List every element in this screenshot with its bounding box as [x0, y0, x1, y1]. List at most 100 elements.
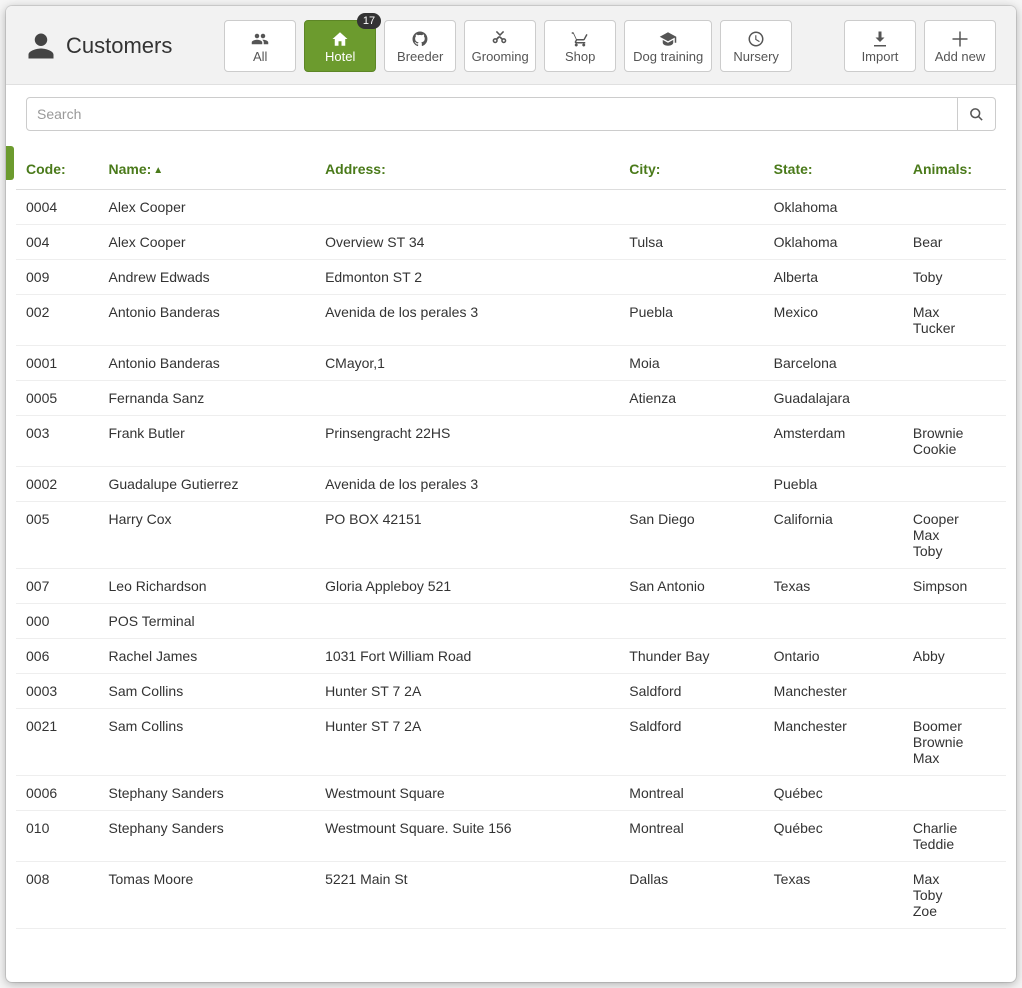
cell-state: Puebla: [764, 467, 903, 502]
cell-city: [619, 416, 763, 467]
cell-animals: Bear: [903, 225, 1006, 260]
cell-address: Westmount Square: [315, 776, 619, 811]
cell-city: San Antonio: [619, 569, 763, 604]
cell-state: Oklahoma: [764, 190, 903, 225]
download-icon: [871, 30, 889, 48]
table-row[interactable]: 010Stephany SandersWestmount Square. Sui…: [16, 811, 1006, 862]
cell-city: [619, 190, 763, 225]
cell-city: Atienza: [619, 381, 763, 416]
table-row[interactable]: 008Tomas Moore5221 Main StDallasTexasMax…: [16, 862, 1006, 929]
customers-table-wrap: Code: Name:▲ Address: City: State: Anima…: [6, 143, 1016, 949]
tab-all[interactable]: All: [224, 20, 296, 72]
cell-city: Tulsa: [619, 225, 763, 260]
tab-breeder[interactable]: Breeder: [384, 20, 456, 72]
cell-name: Leo Richardson: [99, 569, 316, 604]
cell-name: Alex Cooper: [99, 190, 316, 225]
cell-name: Sam Collins: [99, 709, 316, 776]
cell-name: Sam Collins: [99, 674, 316, 709]
cell-city: Montreal: [619, 811, 763, 862]
table-row[interactable]: 006Rachel James1031 Fort William RoadThu…: [16, 639, 1006, 674]
tab-dog-training[interactable]: Dog training: [624, 20, 712, 72]
cell-name: Tomas Moore: [99, 862, 316, 929]
header-actions: Import Add new: [844, 20, 996, 72]
cell-animals: [903, 674, 1006, 709]
table-row[interactable]: 0001Antonio BanderasCMayor,1MoiaBarcelon…: [16, 346, 1006, 381]
column-address[interactable]: Address:: [315, 143, 619, 190]
edge-tab[interactable]: [6, 146, 14, 180]
cell-address: Westmount Square. Suite 156: [315, 811, 619, 862]
cell-name: Antonio Banderas: [99, 295, 316, 346]
cell-state: Québec: [764, 811, 903, 862]
tab-label: Breeder: [397, 50, 443, 63]
tab-hotel[interactable]: 17Hotel: [304, 20, 376, 72]
column-city[interactable]: City:: [619, 143, 763, 190]
cell-city: San Diego: [619, 502, 763, 569]
cell-address: [315, 381, 619, 416]
cell-address: PO BOX 42151: [315, 502, 619, 569]
tab-grooming[interactable]: Grooming: [464, 20, 536, 72]
cell-code: 0021: [16, 709, 99, 776]
table-row[interactable]: 0005Fernanda SanzAtienzaGuadalajara: [16, 381, 1006, 416]
cell-code: 002: [16, 295, 99, 346]
cell-animals: [903, 604, 1006, 639]
table-row[interactable]: 0006Stephany SandersWestmount SquareMont…: [16, 776, 1006, 811]
cell-city: Puebla: [619, 295, 763, 346]
table-row[interactable]: 0021Sam CollinsHunter ST 7 2ASaldfordMan…: [16, 709, 1006, 776]
cell-animals: CooperMaxToby: [903, 502, 1006, 569]
table-row[interactable]: 007Leo RichardsonGloria Appleboy 521San …: [16, 569, 1006, 604]
tab-badge: 17: [357, 13, 381, 29]
cell-code: 009: [16, 260, 99, 295]
users-icon: [251, 30, 269, 48]
table-row[interactable]: 0002Guadalupe GutierrezAvenida de los pe…: [16, 467, 1006, 502]
table-row[interactable]: 003Frank ButlerPrinsengracht 22HSAmsterd…: [16, 416, 1006, 467]
cell-name: Andrew Edwads: [99, 260, 316, 295]
cell-address: 1031 Fort William Road: [315, 639, 619, 674]
cell-address: Avenida de los perales 3: [315, 295, 619, 346]
table-row[interactable]: 009Andrew EdwadsEdmonton ST 2AlbertaToby: [16, 260, 1006, 295]
table-row[interactable]: 0003Sam CollinsHunter ST 7 2ASaldfordMan…: [16, 674, 1006, 709]
cell-state: Texas: [764, 569, 903, 604]
cut-icon: [491, 30, 509, 48]
github-icon: [411, 30, 429, 48]
cell-city: [619, 467, 763, 502]
cell-state: Ontario: [764, 639, 903, 674]
cell-address: 5221 Main St: [315, 862, 619, 929]
import-button[interactable]: Import: [844, 20, 916, 72]
cell-code: 0002: [16, 467, 99, 502]
cell-name: Guadalupe Gutierrez: [99, 467, 316, 502]
search-button[interactable]: [958, 97, 996, 131]
table-row[interactable]: 0004Alex CooperOklahoma: [16, 190, 1006, 225]
cell-address: Prinsengracht 22HS: [315, 416, 619, 467]
table-row[interactable]: 005Harry CoxPO BOX 42151San DiegoCalifor…: [16, 502, 1006, 569]
cell-state: Barcelona: [764, 346, 903, 381]
cell-code: 0003: [16, 674, 99, 709]
import-label: Import: [862, 50, 899, 63]
search-input[interactable]: [26, 97, 958, 131]
home-icon: [331, 30, 349, 48]
tab-nursery[interactable]: Nursery: [720, 20, 792, 72]
table-row[interactable]: 002Antonio BanderasAvenida de los perale…: [16, 295, 1006, 346]
add-new-button[interactable]: Add new: [924, 20, 996, 72]
cell-state: Manchester: [764, 709, 903, 776]
cell-city: [619, 260, 763, 295]
cell-animals: BoomerBrownieMax: [903, 709, 1006, 776]
cell-city: Moia: [619, 346, 763, 381]
cell-address: Gloria Appleboy 521: [315, 569, 619, 604]
column-code[interactable]: Code:: [16, 143, 99, 190]
cell-animals: BrownieCookie: [903, 416, 1006, 467]
cell-name: Stephany Sanders: [99, 776, 316, 811]
tab-label: All: [253, 50, 267, 63]
cell-animals: [903, 467, 1006, 502]
table-row[interactable]: 004Alex CooperOverview ST 34TulsaOklahom…: [16, 225, 1006, 260]
column-name[interactable]: Name:▲: [99, 143, 316, 190]
cell-name: Stephany Sanders: [99, 811, 316, 862]
column-state[interactable]: State:: [764, 143, 903, 190]
column-animals[interactable]: Animals:: [903, 143, 1006, 190]
tab-shop[interactable]: Shop: [544, 20, 616, 72]
header-left: Customers: [26, 31, 172, 61]
cell-city: [619, 604, 763, 639]
cell-animals: Abby: [903, 639, 1006, 674]
cell-state: Québec: [764, 776, 903, 811]
page-title: Customers: [66, 33, 172, 59]
table-row[interactable]: 000POS Terminal: [16, 604, 1006, 639]
